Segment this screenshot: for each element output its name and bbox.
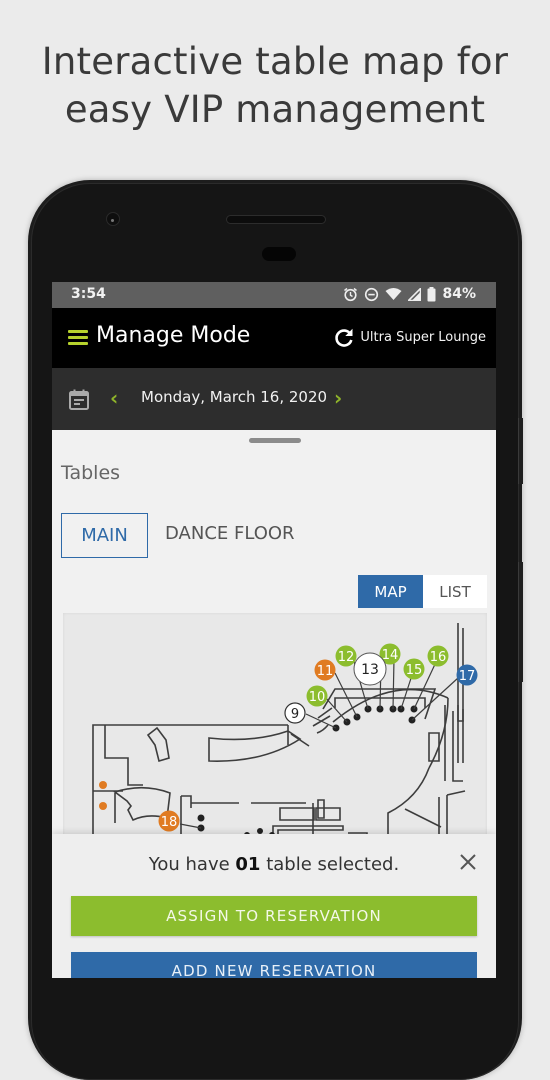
close-icon[interactable]: [458, 852, 478, 872]
wifi-icon: [385, 288, 402, 300]
status-icons: 84%: [343, 286, 476, 302]
app-bar: Manage Mode Ultra Super Lounge: [52, 308, 496, 368]
battery-icon: [427, 286, 436, 301]
view-toggle: MAP LIST: [358, 575, 487, 608]
svg-text:12: 12: [338, 650, 355, 665]
battery-percent: 84%: [442, 286, 476, 302]
status-bar: 3:54 84%: [52, 282, 496, 308]
previous-day-button[interactable]: ‹: [110, 387, 118, 409]
map-view-button[interactable]: MAP: [358, 575, 423, 608]
svg-text:11: 11: [317, 664, 334, 679]
power-button: [518, 562, 523, 682]
table-marker-18[interactable]: 18: [158, 810, 180, 832]
proximity-sensor: [262, 247, 296, 261]
table-marker-17[interactable]: 17: [456, 664, 478, 686]
headline-line-2: easy VIP management: [64, 88, 486, 131]
hamburger-menu-icon[interactable]: [68, 330, 88, 345]
signal-icon: [408, 287, 422, 301]
promo-headline: Interactive table map for easy VIP manag…: [0, 38, 550, 134]
svg-text:18: 18: [161, 815, 178, 830]
svg-text:13: 13: [361, 662, 379, 678]
section-title: Tables: [61, 462, 121, 484]
table-marker-10[interactable]: 10: [306, 685, 328, 707]
status-time: 3:54: [71, 286, 106, 302]
small-orange-dots: [99, 781, 107, 810]
next-day-button[interactable]: ›: [334, 387, 342, 409]
tab-dance-floor[interactable]: DANCE FLOOR: [165, 523, 295, 544]
svg-text:9: 9: [291, 707, 299, 722]
headline-line-1: Interactive table map for: [41, 40, 509, 83]
tab-main[interactable]: MAIN: [61, 513, 148, 558]
list-view-button[interactable]: LIST: [423, 575, 487, 608]
app-screen: 3:54 84% Manage Mode Ultra Super Lounge …: [52, 282, 496, 978]
volume-button: [518, 418, 523, 484]
date-bar: ‹ Monday, March 16, 2020 ›: [52, 368, 496, 430]
app-title: Manage Mode: [96, 323, 251, 348]
selection-suffix: table selected.: [260, 854, 400, 875]
selection-prefix: You have: [148, 854, 236, 875]
svg-text:10: 10: [309, 690, 326, 705]
selection-count: 01: [235, 854, 261, 875]
selected-date[interactable]: Monday, March 16, 2020: [141, 388, 327, 406]
assign-to-reservation-button[interactable]: ASSIGN TO RESERVATION: [71, 896, 477, 936]
earpiece-speaker: [226, 215, 326, 224]
add-new-reservation-button[interactable]: ADD NEW RESERVATION: [71, 952, 477, 978]
front-camera-icon: [106, 212, 120, 226]
table-marker-11[interactable]: 11: [314, 659, 336, 681]
table-marker-16[interactable]: 16: [427, 645, 449, 667]
calendar-icon[interactable]: [68, 388, 90, 410]
sheet-drag-handle[interactable]: [249, 438, 301, 443]
do-not-disturb-icon: [365, 287, 379, 301]
venue-name[interactable]: Ultra Super Lounge: [360, 330, 486, 345]
svg-text:15: 15: [406, 663, 423, 678]
selection-summary: You have 01 table selected.: [52, 854, 496, 875]
refresh-icon[interactable]: [333, 327, 355, 349]
table-marker-12[interactable]: 12: [335, 645, 357, 667]
svg-text:16: 16: [430, 650, 447, 665]
alarm-icon: [344, 287, 358, 301]
table-marker-15[interactable]: 15: [403, 658, 425, 680]
svg-text:17: 17: [459, 669, 476, 684]
table-marker-9[interactable]: 9: [284, 702, 306, 724]
table-marker-13[interactable]: 13: [353, 652, 387, 686]
selection-panel: You have 01 table selected. ASSIGN TO RE…: [52, 834, 496, 978]
